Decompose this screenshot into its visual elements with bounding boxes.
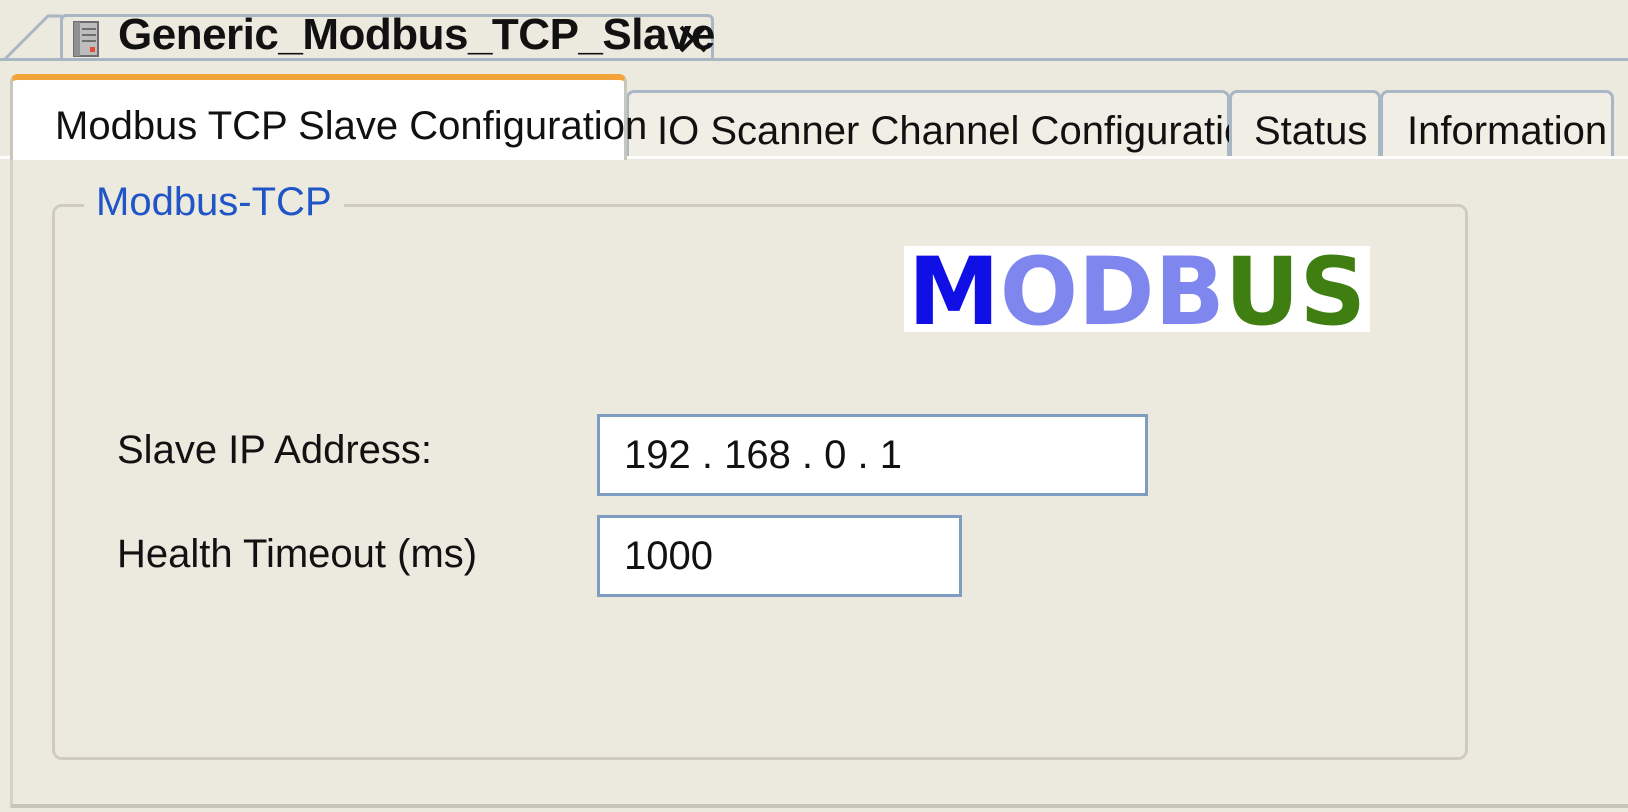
tab-label: Status	[1254, 109, 1368, 153]
close-icon[interactable]	[674, 20, 712, 58]
editor-tab-divider	[0, 58, 1628, 61]
modbus-logo: MODBUS	[904, 246, 1370, 332]
tab-label: Modbus TCP Slave Configuration	[55, 104, 648, 148]
slave-ip-label: Slave IP Address:	[117, 428, 432, 472]
tab-information[interactable]: Information	[1380, 90, 1614, 158]
tab-status[interactable]: Status	[1229, 90, 1381, 158]
health-timeout-input[interactable]	[597, 515, 962, 597]
editor-tab-title: Generic_Modbus_TCP_Slave	[118, 10, 715, 59]
slave-ip-input[interactable]	[597, 414, 1148, 496]
tab-modbus-tcp-slave-configuration[interactable]: Modbus TCP Slave Configuration	[10, 74, 647, 160]
device-icon	[73, 21, 99, 57]
tab-io-scanner-channel-configuration[interactable]: IO Scanner Channel Configuration	[626, 90, 1268, 158]
tab-label: IO Scanner Channel Configuration	[657, 109, 1269, 153]
group-legend: Modbus-TCP	[84, 180, 344, 225]
health-timeout-label: Health Timeout (ms)	[117, 532, 478, 576]
svg-text:MODBUS: MODBUS	[908, 246, 1366, 332]
tab-label: Information	[1407, 109, 1608, 153]
